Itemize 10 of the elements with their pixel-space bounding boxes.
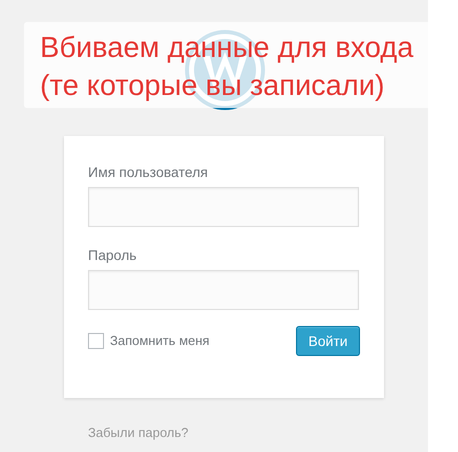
input-field[interactable]: [88, 270, 359, 310]
remember-checkbox[interactable]: [88, 333, 104, 349]
field-label: Пароль: [88, 246, 137, 265]
annotation-text: (те которые вы записали): [40, 69, 385, 104]
login-button[interactable]: Войти: [296, 326, 360, 356]
remember-label: Запомнить меня: [110, 332, 210, 350]
field-label: Имя пользователя: [88, 163, 208, 182]
input-field[interactable]: [88, 187, 359, 227]
lost-password-link[interactable]: Забыли пароль?: [88, 423, 188, 442]
annotation-text: Вбиваем данные для входа: [40, 31, 414, 66]
